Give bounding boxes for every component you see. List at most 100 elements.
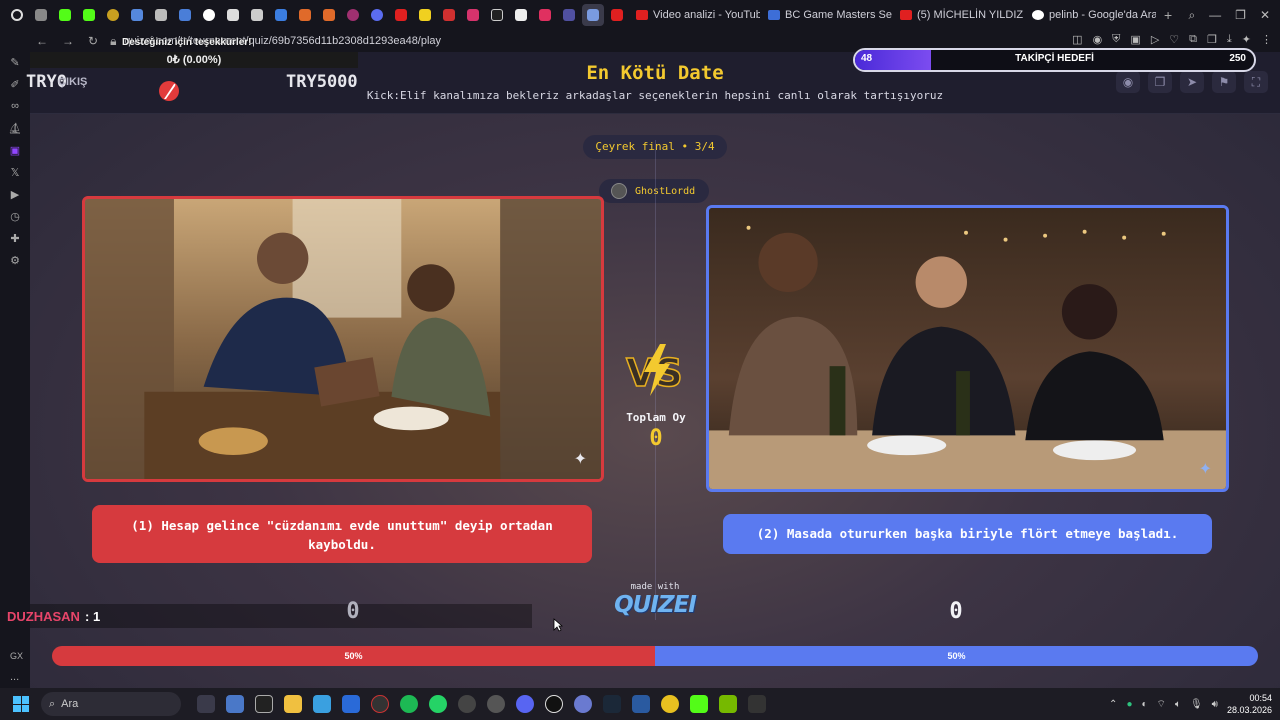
- speaker-icon[interactable]: 🔈︎: [1175, 699, 1181, 710]
- fullscreen-icon[interactable]: ⛶: [1244, 71, 1268, 93]
- menu-icon[interactable]: ⋮: [1261, 33, 1272, 46]
- browser-menu-icon[interactable]: [6, 4, 28, 26]
- back-icon[interactable]: ←: [36, 34, 48, 48]
- opera-gx-icon[interactable]: [371, 695, 389, 713]
- mail-icon[interactable]: [342, 695, 360, 713]
- tab-icon[interactable]: [438, 4, 460, 26]
- copy-icon[interactable]: ❐: [1148, 71, 1172, 93]
- option-1-button[interactable]: (1) Hesap gelince "cüzdanımı evde unuttu…: [92, 505, 592, 563]
- flag-icon[interactable]: ⚑: [1212, 71, 1236, 93]
- tiktok-tab-icon[interactable]: [486, 4, 508, 26]
- glasses-icon[interactable]: ∞: [8, 100, 22, 112]
- kick-tab-icon[interactable]: [78, 4, 100, 26]
- close-icon[interactable]: ✕: [1260, 8, 1270, 23]
- bookmark-icon[interactable]: ◫: [1072, 33, 1082, 46]
- microphone-icon[interactable]: 🎙︎: [1190, 699, 1203, 710]
- tab-google-search[interactable]: pelinb - Google'da Ara: [1026, 3, 1156, 27]
- heart-icon[interactable]: ♡: [1169, 33, 1179, 46]
- chevron-up-icon[interactable]: ⌃: [1109, 699, 1117, 710]
- steam-icon[interactable]: [603, 695, 621, 713]
- tab-icon[interactable]: [318, 4, 340, 26]
- app-icon[interactable]: [574, 695, 592, 713]
- more-icon[interactable]: ...: [10, 671, 19, 683]
- spotify-icon[interactable]: [400, 695, 418, 713]
- extensions-icon[interactable]: ✚: [8, 232, 22, 245]
- camera-icon[interactable]: ◉: [1093, 33, 1103, 46]
- kick-tab-icon[interactable]: [54, 4, 76, 26]
- app-icon[interactable]: [632, 695, 650, 713]
- tab-bc-game[interactable]: BC Game Masters Season: [762, 3, 892, 27]
- network-icon[interactable]: ⌔: [1157, 698, 1166, 711]
- ship-icon[interactable]: ⛵︎: [8, 122, 22, 135]
- steam-tray-icon[interactable]: ◐: [1141, 699, 1147, 710]
- exit-button[interactable]: ÇIKIŞ: [58, 76, 87, 88]
- instagram-tab-icon[interactable]: [462, 4, 484, 26]
- maximize-icon[interactable]: ❐: [1235, 8, 1246, 23]
- tab-icon[interactable]: [366, 4, 388, 26]
- youtube-tab-icon[interactable]: [390, 4, 412, 26]
- windows-start-icon[interactable]: [13, 696, 29, 712]
- tab-icon[interactable]: [246, 4, 268, 26]
- tab-icon[interactable]: [510, 4, 532, 26]
- play-icon[interactable]: ▷: [1151, 33, 1159, 46]
- kick-icon[interactable]: [690, 695, 708, 713]
- discord-icon[interactable]: [516, 695, 534, 713]
- forward-icon[interactable]: →: [62, 34, 74, 48]
- creator-badge[interactable]: GhostLordd: [599, 179, 709, 203]
- taskbar-search[interactable]: ⌕ Ara: [41, 692, 181, 716]
- store-icon[interactable]: [313, 695, 331, 713]
- cube-icon[interactable]: ▣: [1130, 33, 1140, 46]
- chrome-icon[interactable]: [661, 695, 679, 713]
- x-icon[interactable]: 𝕏: [8, 166, 22, 179]
- new-tab-button[interactable]: +: [1158, 3, 1178, 27]
- terminal-icon[interactable]: [748, 695, 766, 713]
- app-icon[interactable]: [255, 695, 273, 713]
- ai-icon[interactable]: ✦: [1242, 33, 1251, 46]
- tab-icon[interactable]: [294, 4, 316, 26]
- feather-icon[interactable]: ✎: [8, 56, 22, 69]
- tab-icon[interactable]: [222, 4, 244, 26]
- reload-icon[interactable]: ↻: [88, 34, 98, 48]
- task-view-icon[interactable]: [197, 695, 215, 713]
- tab-icon[interactable]: [126, 4, 148, 26]
- copy-icon[interactable]: ❐: [1207, 33, 1217, 46]
- pen-icon[interactable]: ✐: [8, 78, 22, 91]
- widgets-icon[interactable]: [226, 695, 244, 713]
- quizei-logo[interactable]: QUIZEI: [612, 592, 698, 618]
- option-2-button[interactable]: (2) Masada otururken başka biriyle flört…: [723, 514, 1212, 554]
- tab-icon[interactable]: [534, 4, 556, 26]
- settings-icon[interactable]: ⚙: [8, 254, 22, 267]
- tab-icon[interactable]: [30, 4, 52, 26]
- tab-icon[interactable]: [342, 4, 364, 26]
- tab-icon[interactable]: [270, 4, 292, 26]
- volume-icon[interactable]: 🔊︎: [1212, 699, 1218, 710]
- twitch-icon[interactable]: ▣: [8, 144, 22, 157]
- settings-icon[interactable]: [487, 695, 505, 713]
- download-icon[interactable]: ⤓: [1227, 33, 1232, 46]
- tab-icon[interactable]: [558, 4, 580, 26]
- clock[interactable]: 00:54 28.03.2026: [1227, 692, 1272, 716]
- search-tabs-icon[interactable]: ⌕: [1188, 8, 1195, 23]
- nvidia-icon[interactable]: [719, 695, 737, 713]
- youtube-tab-icon[interactable]: [606, 4, 628, 26]
- extensions-icon[interactable]: ⧉: [1189, 33, 1197, 46]
- file-explorer-icon[interactable]: [284, 695, 302, 713]
- player-icon[interactable]: ▶: [8, 188, 22, 201]
- tab-icon[interactable]: [174, 4, 196, 26]
- tab-michelin[interactable]: (5) MİCHELİN YILDIZLI SO: [894, 3, 1024, 27]
- tab-video-analizi[interactable]: Video analizi - YouTube St: [630, 3, 760, 27]
- google-tab-icon[interactable]: [198, 4, 220, 26]
- app-icon[interactable]: [458, 695, 476, 713]
- tab-icon[interactable]: [414, 4, 436, 26]
- option-2-image[interactable]: ✦: [706, 205, 1229, 492]
- status-dot-icon[interactable]: ●: [1126, 699, 1132, 710]
- obs-icon[interactable]: [545, 695, 563, 713]
- gx-label[interactable]: GX: [10, 651, 23, 661]
- tab-icon[interactable]: [102, 4, 124, 26]
- quizei-tab-icon[interactable]: [582, 4, 604, 26]
- whatsapp-icon[interactable]: [429, 695, 447, 713]
- tab-icon[interactable]: [150, 4, 172, 26]
- history-icon[interactable]: ◷: [8, 210, 22, 223]
- option-1-image[interactable]: ✦: [82, 196, 604, 482]
- send-icon[interactable]: ➤: [1180, 71, 1204, 93]
